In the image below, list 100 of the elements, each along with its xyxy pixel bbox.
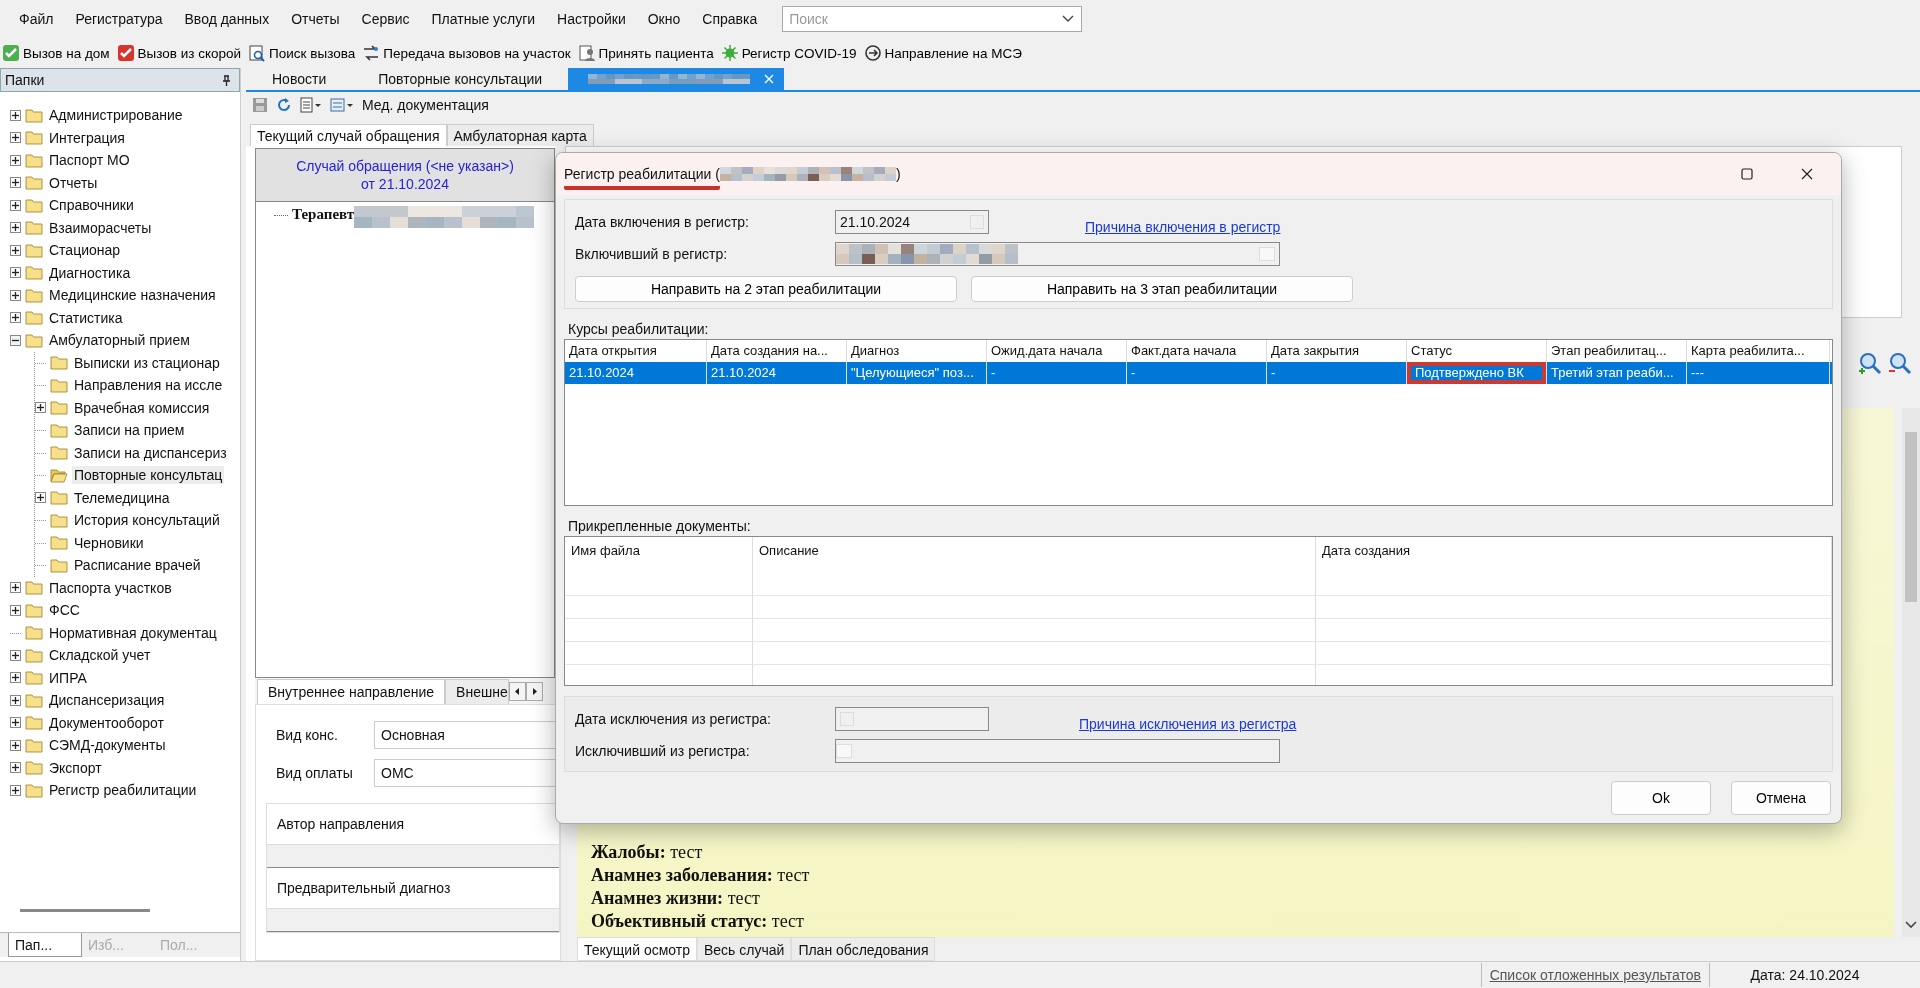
folder-item[interactable]: Направления на иссле (72, 376, 225, 395)
folder-item[interactable]: Записи на диспансериз (72, 443, 229, 462)
toolbar-label[interactable]: Мед. документация (362, 97, 489, 113)
send-button[interactable]: Направить на 2 этап реабилитации (575, 276, 957, 302)
reason-link[interactable]: Причина включения в регистр (1085, 219, 1281, 235)
scroll-right-icon[interactable] (526, 681, 544, 701)
expand-icon[interactable] (35, 402, 46, 414)
referral-tab[interactable]: Внешне (445, 678, 510, 704)
date-field[interactable] (835, 707, 989, 731)
dialog-button[interactable]: Отмена (1731, 781, 1831, 815)
scroll-thumb[interactable] (1905, 432, 1917, 602)
expand-icon[interactable] (10, 109, 21, 121)
folder-item[interactable]: Паспорт МО (47, 151, 132, 170)
folder-item[interactable]: Регистр реабилитации (47, 781, 199, 800)
expand-icon[interactable] (10, 604, 21, 616)
expand-icon[interactable] (10, 289, 21, 301)
close-icon[interactable] (1801, 168, 1813, 180)
menu-item[interactable]: Платные услуги (420, 11, 547, 27)
expand-icon[interactable] (10, 177, 21, 189)
menu-item[interactable]: Ввод данных (173, 11, 281, 27)
referral-tab[interactable]: Внутреннее направление (257, 678, 446, 704)
collapse-icon[interactable] (10, 334, 21, 346)
document-dropdown-icon[interactable] (330, 97, 354, 113)
scroll-down-icon[interactable] (1905, 921, 1917, 929)
deferred-results-link[interactable]: Список отложенных результатов (1480, 963, 1710, 987)
toolbar-button[interactable]: Регистр COVID-19 (720, 42, 862, 64)
folder-item[interactable]: Складской учет (47, 646, 153, 665)
toolbar-button[interactable]: Вызов на дом (2, 42, 115, 64)
folder-item[interactable]: Справочники (47, 196, 136, 215)
reason-link[interactable]: Причина исключения из регистра (1079, 716, 1297, 732)
folder-item[interactable]: Амбулаторный прием (47, 331, 192, 350)
menu-item[interactable]: Настройки (546, 11, 637, 27)
document-tab[interactable]: Повторные консультации (352, 68, 569, 90)
scrollbar[interactable] (1902, 408, 1920, 937)
document-tab[interactable]: Новости (246, 68, 353, 90)
folder-item[interactable]: Паспорта участков (47, 578, 174, 597)
folder-item[interactable]: Документооборот (47, 713, 166, 732)
folder-item[interactable]: Взаиморасчеты (47, 218, 154, 237)
document-dropdown-icon[interactable] (300, 97, 322, 113)
zoom-in-icon[interactable] (1858, 351, 1882, 375)
expand-icon[interactable] (10, 244, 21, 256)
date-field[interactable]: 21.10.2024 (835, 210, 989, 234)
folder-item[interactable]: Администрирование (47, 106, 185, 125)
expand-icon[interactable] (10, 739, 21, 751)
maximize-icon[interactable] (1741, 168, 1753, 180)
folder-item[interactable]: Расписание врачей (72, 556, 203, 575)
expand-icon[interactable] (10, 762, 21, 774)
scrollbar[interactable] (20, 909, 150, 912)
menu-item[interactable]: Окно (636, 11, 692, 27)
zoom-out-icon[interactable] (1888, 351, 1912, 375)
folder-item[interactable]: История консультаций (72, 511, 222, 530)
column-header[interactable]: Статус (1407, 340, 1547, 362)
refresh-icon[interactable] (276, 97, 292, 113)
menu-item[interactable]: Регистратура (64, 11, 174, 27)
expand-icon[interactable] (10, 199, 21, 211)
folder-item[interactable]: Диспансеризация (47, 691, 167, 710)
expand-icon[interactable] (10, 582, 21, 594)
pin-icon[interactable] (222, 74, 231, 86)
expand-icon[interactable] (10, 154, 21, 166)
folder-item[interactable]: Диагностика (47, 263, 133, 282)
expand-icon[interactable] (35, 492, 46, 504)
toolbar-button[interactable]: Передача вызовов на участок (362, 42, 576, 64)
folder-item[interactable]: Экспорт (47, 758, 104, 777)
folder-item[interactable]: Врачебная комиссия (72, 398, 212, 417)
folder-item[interactable]: Статистика (47, 308, 125, 327)
menu-item[interactable]: Отчеты (280, 11, 351, 27)
exam-tab[interactable]: Весь случай (697, 937, 792, 961)
expand-icon[interactable] (10, 267, 21, 279)
expand-icon[interactable] (10, 222, 21, 234)
case-tab[interactable]: Амбулаторная карта (446, 124, 594, 146)
expand-icon[interactable] (10, 649, 21, 661)
exam-tab[interactable]: План обследования (791, 937, 936, 961)
folder-item[interactable]: Интеграция (47, 128, 127, 147)
menu-item[interactable]: Сервис (350, 11, 421, 27)
column-header[interactable]: Описание (753, 537, 1316, 595)
expand-icon[interactable] (10, 312, 21, 324)
expand-icon[interactable] (10, 694, 21, 706)
folder-item[interactable]: Медицинские назначения (47, 286, 218, 305)
toolbar-button[interactable]: Поиск вызова (248, 42, 361, 64)
tree-item[interactable]: Терапевт (292, 206, 355, 223)
folder-item[interactable]: Стационар (47, 241, 123, 260)
expand-icon[interactable] (10, 132, 21, 144)
toolbar-button[interactable]: Вызов из скорой (116, 42, 247, 64)
menu-item[interactable]: Файл (8, 11, 65, 27)
folder-item[interactable]: Нормативная документац (47, 623, 219, 642)
dialog-button[interactable]: Ok (1611, 781, 1711, 815)
panel-tab[interactable]: Пап... (8, 933, 82, 957)
search-field[interactable]: Поиск (782, 6, 1083, 32)
send-button[interactable]: Направить на 3 этап реабилитации (971, 276, 1353, 302)
scroll-left-icon[interactable] (509, 681, 527, 701)
expand-icon[interactable] (10, 717, 21, 729)
folder-item[interactable]: ФСС (47, 601, 82, 620)
user-field[interactable] (835, 242, 1280, 266)
exam-tab[interactable]: Текущий осмотр (577, 937, 697, 961)
folder-item[interactable]: Выписки из стационар (72, 353, 222, 372)
folder-item[interactable]: Телемедицина (72, 488, 172, 507)
column-header[interactable]: Дата создания (1316, 537, 1832, 595)
folder-item[interactable]: СЭМД-документы (47, 736, 168, 755)
expand-icon[interactable] (10, 672, 21, 684)
toolbar-button[interactable]: Направление на МСЭ (863, 42, 1027, 64)
